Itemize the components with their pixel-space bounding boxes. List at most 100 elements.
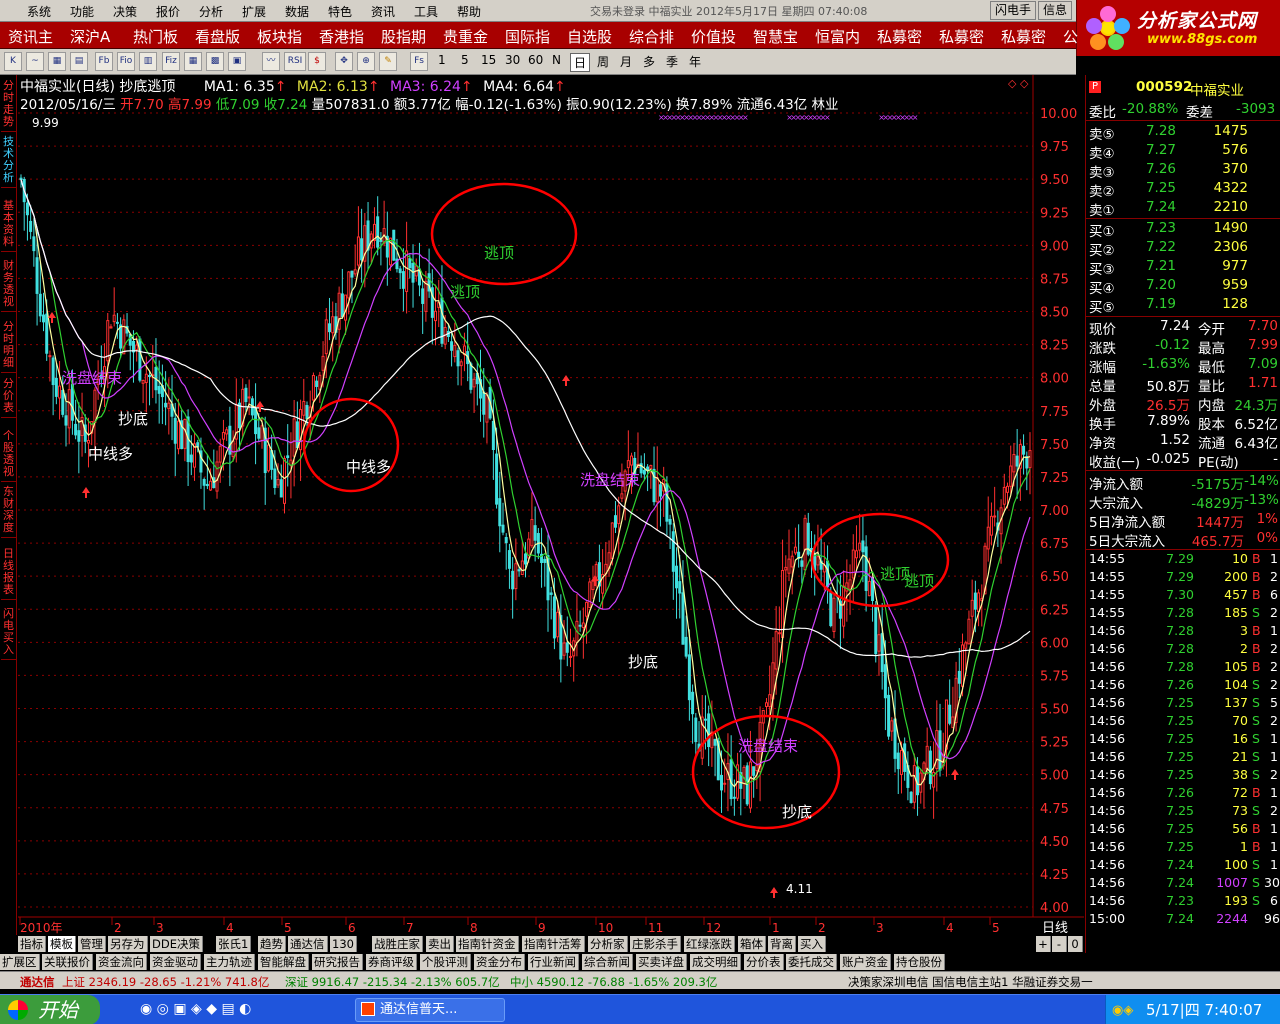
- fs-button[interactable]: Fs: [410, 52, 428, 71]
- extension-tab[interactable]: 主力轨迹: [204, 954, 255, 970]
- period-30min[interactable]: 30: [505, 53, 520, 67]
- chart-icon[interactable]: ▥: [139, 52, 157, 71]
- extension-tab[interactable]: 持仓股份: [894, 954, 945, 970]
- kline-chart[interactable]: 10.00 9.75 9.50 9.25 9.00 8.75 8.50 8.25 8.00 7.7…: [18, 75, 1084, 935]
- nav-item[interactable]: 热门板: [133, 26, 178, 47]
- pencil-icon[interactable]: ✎: [379, 52, 397, 71]
- nav-item[interactable]: 价值投: [691, 26, 736, 47]
- kline-icon[interactable]: K: [4, 52, 22, 71]
- nav-item[interactable]: 深沪A: [70, 26, 110, 47]
- table-icon[interactable]: ▦: [184, 52, 202, 71]
- menu-item[interactable]: 帮助: [457, 3, 481, 20]
- nav-item[interactable]: 综合排: [629, 26, 674, 47]
- tab-nav-button[interactable]: -: [1052, 936, 1067, 952]
- indicator-tab[interactable]: 战胜庄家: [372, 936, 423, 952]
- period-day[interactable]: 日: [570, 53, 591, 72]
- nav-item[interactable]: 私募密: [877, 26, 922, 47]
- left-tab[interactable]: 个股透视: [1, 427, 16, 482]
- menu-item[interactable]: 决策: [113, 3, 137, 20]
- status-sh-index[interactable]: 上证 2346.19 -28.65 -1.21% 741.8亿: [62, 974, 269, 990]
- left-tab[interactable]: 财务透视: [1, 257, 16, 312]
- period-quarter[interactable]: 季: [666, 53, 678, 70]
- extension-tab[interactable]: 个股评测: [420, 954, 471, 970]
- menu-item[interactable]: 扩展: [242, 3, 266, 20]
- money-icon[interactable]: $: [308, 52, 326, 71]
- indicator-tab[interactable]: 模板: [48, 936, 76, 952]
- diamond-icon[interactable]: ◇ ◇: [1008, 77, 1029, 90]
- indicator-tab[interactable]: 趋势: [258, 936, 286, 952]
- indicator-tab[interactable]: 庄影杀手: [630, 936, 681, 952]
- indicator-tab[interactable]: 指标: [18, 936, 46, 952]
- indicator-tab[interactable]: 指南针活筹: [522, 936, 585, 952]
- trend-icon[interactable]: 〰: [262, 52, 280, 71]
- period-multi[interactable]: 多: [643, 53, 655, 70]
- menu-item[interactable]: 系统: [27, 3, 51, 20]
- menu-item[interactable]: 资讯: [371, 3, 395, 20]
- left-tab[interactable]: 基本资料: [1, 197, 16, 252]
- extension-tab[interactable]: 买卖详盘: [636, 954, 687, 970]
- indicator-tab[interactable]: 卖出: [426, 936, 454, 952]
- extension-tab[interactable]: 综合新闻: [582, 954, 633, 970]
- left-tab[interactable]: 东财深度: [1, 483, 16, 538]
- indicator-tab[interactable]: 红绿涨跌: [684, 936, 735, 952]
- menu-item[interactable]: 特色: [328, 3, 352, 20]
- nav-item[interactable]: 恒富内: [815, 26, 860, 47]
- period-1min[interactable]: 1: [438, 53, 446, 67]
- nav-item[interactable]: 板块指: [257, 26, 302, 47]
- tab-nav-button[interactable]: 0: [1068, 936, 1083, 952]
- status-zx-index[interactable]: 中小 4590.12 -76.88 -1.65% 209.3亿: [510, 974, 717, 990]
- info-button[interactable]: 信息: [1038, 1, 1072, 20]
- left-tab[interactable]: 闪电买入: [1, 605, 16, 660]
- extension-tab[interactable]: 研究报告: [312, 954, 363, 970]
- extension-tab[interactable]: 行业新闻: [528, 954, 579, 970]
- menu-item[interactable]: 功能: [70, 3, 94, 20]
- nav-item[interactable]: 公: [1063, 26, 1078, 47]
- indicator-tab[interactable]: 背离: [768, 936, 796, 952]
- grid-icon[interactable]: ▩: [206, 52, 224, 71]
- window-icon[interactable]: ▤: [70, 52, 88, 71]
- extension-tab[interactable]: 资金分布: [474, 954, 525, 970]
- period-month[interactable]: 月: [620, 53, 632, 70]
- nav-item[interactable]: 自选股: [567, 26, 612, 47]
- extension-tab[interactable]: 资金驱动: [150, 954, 201, 970]
- rsi-icon[interactable]: RSI: [284, 52, 306, 71]
- line-icon[interactable]: ~: [26, 52, 44, 71]
- period-5min[interactable]: 5: [461, 53, 469, 67]
- nav-item[interactable]: 私募密: [939, 26, 984, 47]
- extension-tab[interactable]: 关联报价: [42, 954, 93, 970]
- menu-item[interactable]: 报价: [156, 3, 180, 20]
- flash-trade-button[interactable]: 闪电手: [990, 1, 1036, 20]
- menu-item[interactable]: 分析: [199, 3, 223, 20]
- nav-item[interactable]: 香港指: [319, 26, 364, 47]
- quick-launch-icons[interactable]: ◉ ◎ ▣ ◈ ◆ ▤ ◐: [140, 1001, 251, 1017]
- extension-tab[interactable]: 券商评级: [366, 954, 417, 970]
- finance-icon[interactable]: Fb: [95, 52, 113, 71]
- menu-item[interactable]: 工具: [414, 3, 438, 20]
- extension-tab[interactable]: 智能解盘: [258, 954, 309, 970]
- indicator-tab[interactable]: 指南针资金: [456, 936, 519, 952]
- extension-tab[interactable]: 资金流向: [96, 954, 147, 970]
- left-tab[interactable]: 分时明细: [1, 318, 16, 373]
- period-15min[interactable]: 15: [481, 53, 496, 67]
- left-tab[interactable]: 分价表: [1, 375, 16, 418]
- nav-item[interactable]: 智慧宝: [753, 26, 798, 47]
- tray-icons[interactable]: ◉◈: [1112, 1003, 1133, 1018]
- nav-item[interactable]: 看盘版: [195, 26, 240, 47]
- extension-tab[interactable]: 扩展区: [0, 954, 40, 970]
- left-tab[interactable]: 技术分析: [1, 133, 16, 188]
- left-tab[interactable]: 日线报表: [1, 545, 16, 600]
- indicator-tab[interactable]: 另存为: [108, 936, 148, 952]
- left-tab[interactable]: 分时走势: [1, 77, 16, 132]
- nav-item[interactable]: 贵重金: [443, 26, 488, 47]
- indicator-tab[interactable]: 130: [330, 936, 357, 952]
- menu-item[interactable]: 数据: [285, 3, 309, 20]
- extension-tab[interactable]: 分价表: [744, 954, 784, 970]
- indicator-tab[interactable]: 买入: [798, 936, 826, 952]
- period-year[interactable]: 年: [689, 53, 701, 70]
- indicator-icon[interactable]: ▦: [48, 52, 66, 71]
- period-n[interactable]: N: [552, 53, 561, 67]
- fio-icon[interactable]: Fio: [117, 52, 135, 71]
- status-sz-index[interactable]: 深证 9916.47 -215.34 -2.13% 605.7亿: [285, 974, 500, 990]
- fiz-icon[interactable]: Fiz: [162, 52, 180, 71]
- nav-item[interactable]: 股指期: [381, 26, 426, 47]
